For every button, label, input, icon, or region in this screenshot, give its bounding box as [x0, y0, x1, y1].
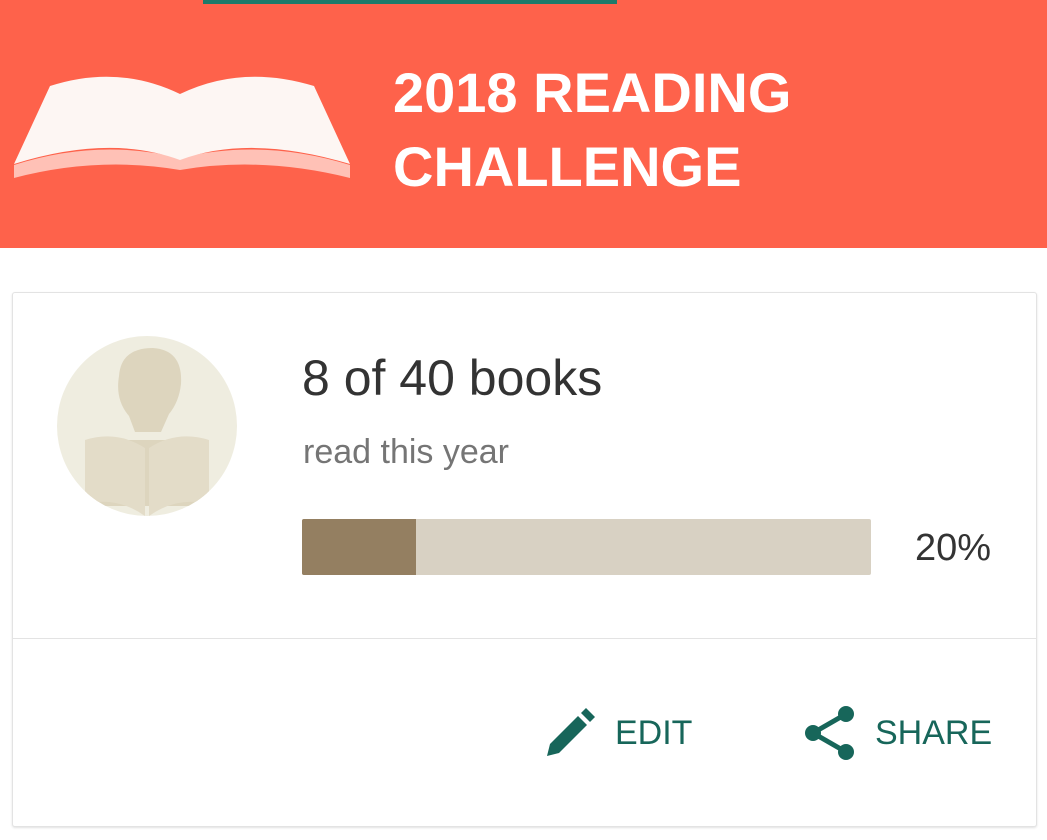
challenge-banner: 2018 READING CHALLENGE	[0, 0, 1047, 248]
banner-title: 2018 READING CHALLENGE	[393, 56, 953, 204]
banner-title-line1: 2018 READING	[393, 61, 792, 124]
pencil-icon	[547, 708, 595, 756]
reading-challenge-card: 8 of 40 books read this year 20% EDIT SH…	[12, 292, 1037, 827]
edit-button[interactable]: EDIT	[545, 698, 692, 768]
open-book-icon	[14, 76, 350, 178]
challenge-progress-percent: 20%	[915, 527, 992, 569]
tab-indicator	[203, 0, 617, 4]
challenge-progress-fill	[302, 519, 416, 575]
challenge-progress-bar	[302, 519, 871, 575]
share-icon	[805, 706, 854, 760]
reader-silhouette-icon	[57, 336, 237, 516]
edit-label: EDIT	[615, 713, 693, 752]
share-button[interactable]: SHARE	[803, 698, 992, 768]
card-divider	[13, 638, 1036, 639]
banner-title-line2: CHALLENGE	[393, 135, 742, 198]
share-label: SHARE	[875, 713, 993, 752]
books-read-subtitle: read this year	[303, 433, 509, 471]
books-read-count: 8 of 40 books	[302, 350, 603, 406]
